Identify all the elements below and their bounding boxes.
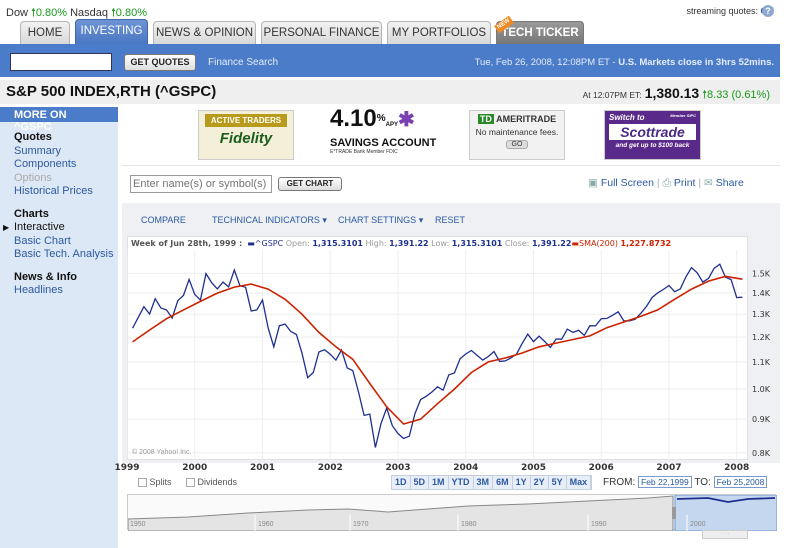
splits-checkbox[interactable] <box>138 478 147 488</box>
copyright: © 2008 Yahoo! Inc. <box>132 449 192 456</box>
x-tick-label: 2001 <box>250 463 275 473</box>
range-1d-button[interactable]: 1D <box>392 476 411 489</box>
navigator-label: 1990 <box>591 521 607 528</box>
y-tick-label: 1.2K <box>752 333 771 342</box>
to-date-input[interactable]: Feb 25,2008 <box>713 476 768 488</box>
range-5d-button[interactable]: 5D <box>411 476 430 489</box>
date-range: FROM: Feb 22,1999 TO: Feb 25,2008 <box>603 476 768 488</box>
splits-option[interactable]: Splits <box>138 477 172 488</box>
x-tick-label: 2000 <box>182 463 207 473</box>
x-tick-label: 2003 <box>385 463 410 473</box>
from-date-input[interactable]: Feb 22,1999 <box>638 476 692 488</box>
range-6m-button[interactable]: 6M <box>493 476 513 489</box>
x-tick-label: 2002 <box>318 463 343 473</box>
range-5y-button[interactable]: 5Y <box>549 476 567 489</box>
dividends-option[interactable]: Dividends <box>186 477 238 488</box>
x-tick-label: 2006 <box>589 463 614 473</box>
range-navigator[interactable]: 1950 1960 1970 1980 1990 2000 <box>126 494 778 532</box>
y-tick-label: 1.0K <box>752 385 771 394</box>
navigator-label: 1980 <box>461 521 477 528</box>
range-selector: 1D 5D 1M YTD 3M 6M 1Y 2Y 5Y Max <box>391 475 593 490</box>
navigator-scroll-handle[interactable]: · · · <box>702 530 748 539</box>
navigator-label: 1950 <box>130 521 146 528</box>
navigator-label: 2000 <box>690 521 706 528</box>
y-tick-label: 0.8K <box>752 449 771 458</box>
range-1y-button[interactable]: 1Y <box>513 476 531 489</box>
range-3m-button[interactable]: 3M <box>474 476 494 489</box>
x-tick-label: 2005 <box>521 463 546 473</box>
range-1m-button[interactable]: 1M <box>429 476 449 489</box>
y-tick-label: 1.5K <box>752 269 771 278</box>
y-tick-label: 1.4K <box>752 289 771 298</box>
y-tick-label: 1.1K <box>752 358 771 367</box>
splits-label: Splits <box>149 477 172 487</box>
range-max-button[interactable]: Max <box>567 476 592 489</box>
range-2y-button[interactable]: 2Y <box>531 476 549 489</box>
price-series-line <box>132 263 743 448</box>
y-tick-label: 0.9K <box>752 415 771 424</box>
from-label: FROM: <box>603 477 636 488</box>
y-tick-label: 1.3K <box>752 310 771 319</box>
dividends-checkbox[interactable] <box>186 478 195 488</box>
x-tick-label: 1999 <box>114 463 139 473</box>
dividends-label: Dividends <box>197 477 238 487</box>
navigator-label: 1960 <box>258 521 274 528</box>
navigator-label: 1970 <box>353 521 369 528</box>
price-chart[interactable]: 1999 2000 2001 2002 2003 2004 2005 2006 2007 2008… <box>0 0 800 548</box>
navigator-left-handle[interactable] <box>672 507 676 519</box>
x-tick-label: 2008 <box>724 463 749 473</box>
x-tick-label: 2004 <box>453 463 478 473</box>
to-label: TO: <box>694 477 711 488</box>
x-tick-label: 2007 <box>656 463 681 473</box>
range-ytd-button[interactable]: YTD <box>449 476 474 489</box>
